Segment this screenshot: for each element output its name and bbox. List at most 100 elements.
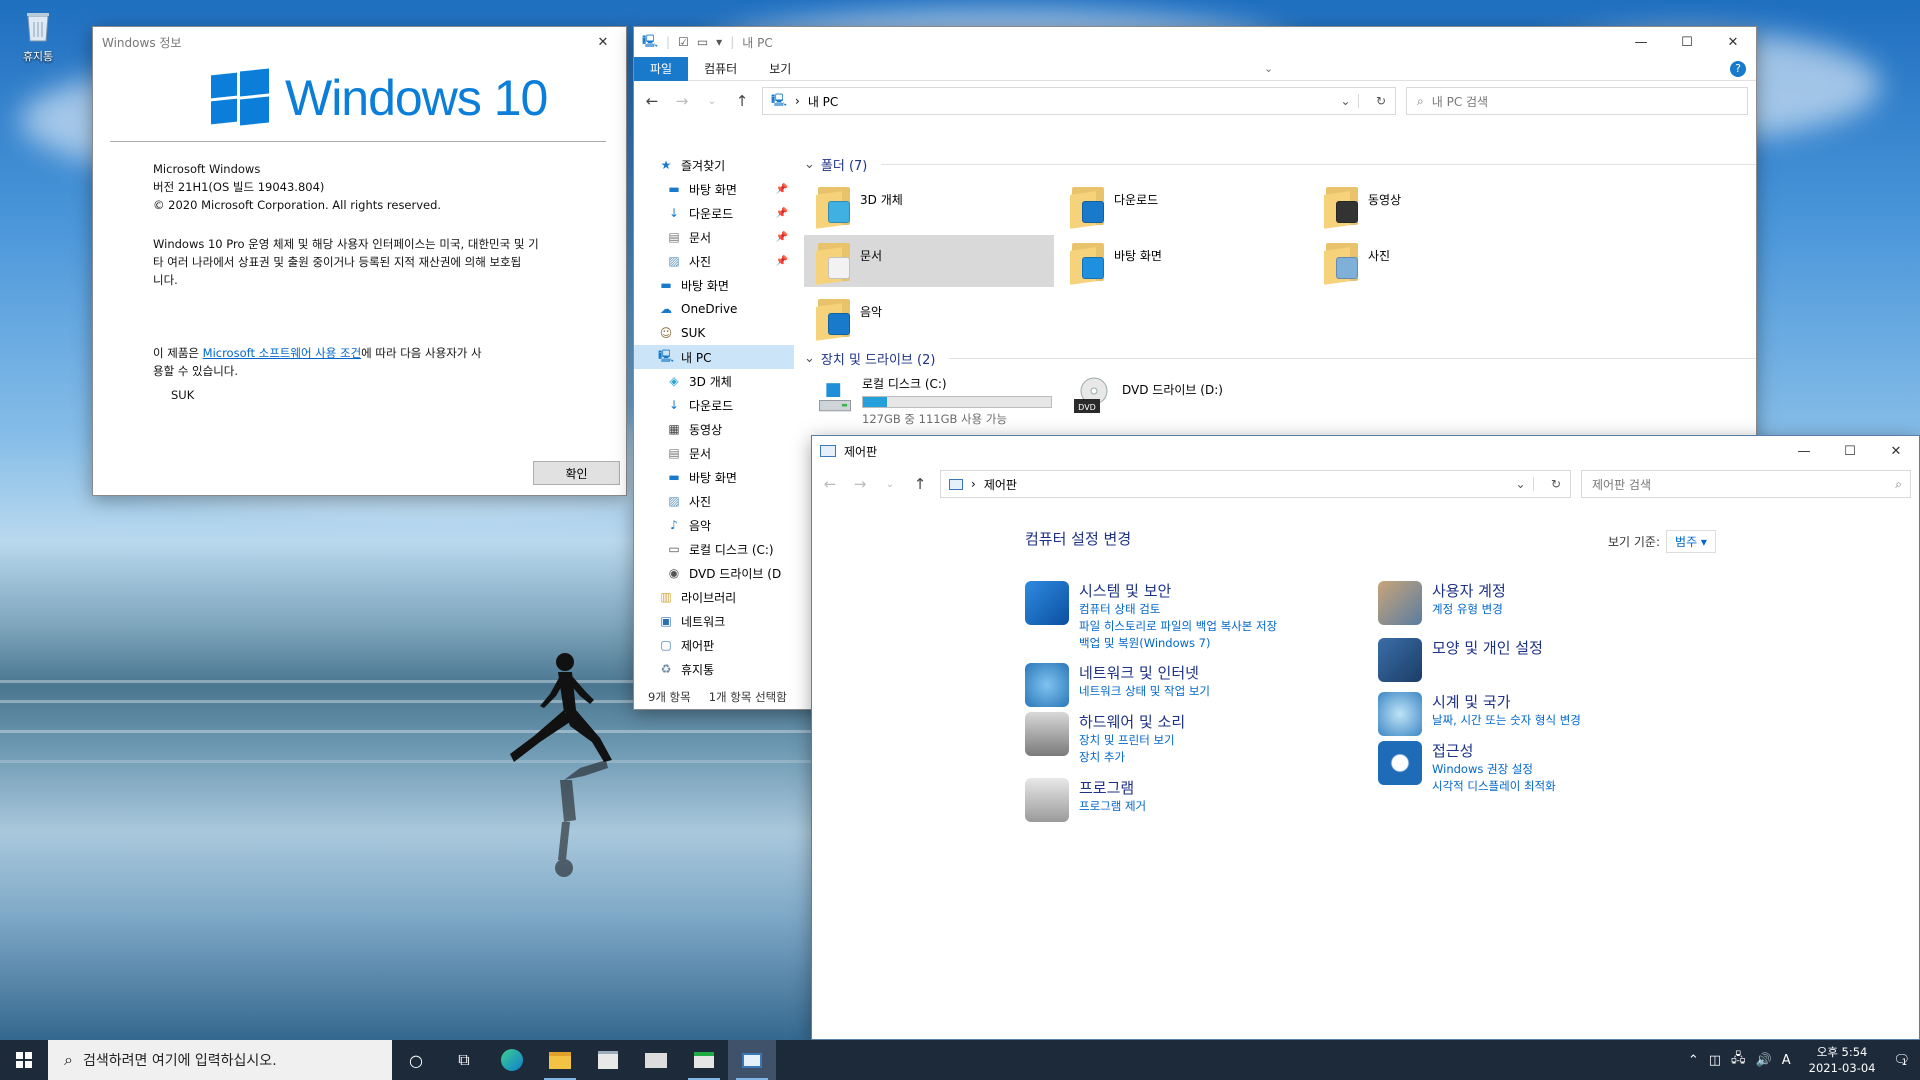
new-folder-icon[interactable]: ▭ bbox=[697, 35, 708, 49]
close-button[interactable]: ✕ bbox=[580, 27, 626, 57]
back-button[interactable]: ← bbox=[642, 92, 662, 110]
about-windows-button[interactable] bbox=[680, 1040, 728, 1080]
category-link[interactable]: 장치 및 프린터 보기 bbox=[1079, 732, 1185, 749]
category-link[interactable]: 장치 추가 bbox=[1079, 749, 1185, 766]
nav-item[interactable]: ▨ 사진 bbox=[634, 489, 794, 513]
ok-button[interactable]: 확인 bbox=[533, 461, 620, 485]
taskbar-search-box[interactable]: ⌕ 검색하려면 여기에 입력하십시오. bbox=[48, 1040, 392, 1080]
nav-item[interactable]: ↓ 다운로드 📌 bbox=[634, 201, 794, 225]
control-panel-titlebar[interactable]: 제어판 — ☐ ✕ bbox=[812, 436, 1919, 466]
chevron-up-icon[interactable]: ⌃ bbox=[1688, 1053, 1699, 1068]
address-dropdown-icon[interactable]: ⌄ bbox=[1508, 477, 1534, 491]
category-link[interactable]: 네트워크 상태 및 작업 보기 bbox=[1079, 683, 1210, 700]
category-link[interactable]: Windows 권장 설정 bbox=[1432, 761, 1556, 778]
network-globe-icon[interactable] bbox=[1025, 663, 1069, 707]
license-terms-link[interactable]: Microsoft 소프트웨어 사용 조건 bbox=[203, 346, 362, 360]
nav-item[interactable]: ★ 즐겨찾기 bbox=[634, 153, 794, 177]
help-icon[interactable]: ? bbox=[1730, 60, 1746, 77]
drive-d-tile[interactable]: DVD DVD 드라이브 (D:) bbox=[1058, 371, 1308, 423]
clock[interactable]: 오후 5:54 2021-03-04 bbox=[1801, 1044, 1884, 1076]
volume-icon[interactable]: 🔊 bbox=[1756, 1053, 1772, 1068]
maximize-button[interactable]: ☐ bbox=[1664, 27, 1710, 57]
nav-item[interactable]: ▤ 문서 📌 bbox=[634, 225, 794, 249]
about-titlebar[interactable]: Windows 정보 ✕ bbox=[93, 27, 626, 57]
maximize-button[interactable]: ☐ bbox=[1827, 436, 1873, 466]
notification-center-button[interactable]: 🗨 1 bbox=[1893, 1053, 1910, 1068]
nav-item[interactable]: ▬ 바탕 화면 bbox=[634, 465, 794, 489]
category-title[interactable]: 시스템 및 보안 bbox=[1079, 581, 1277, 601]
breadcrumb[interactable]: 내 PC bbox=[808, 93, 838, 110]
category-title[interactable]: 시계 및 국가 bbox=[1432, 692, 1581, 712]
nav-item[interactable]: 🖳 내 PC bbox=[634, 345, 794, 369]
category-link[interactable]: 날짜, 시간 또는 숫자 형식 변경 bbox=[1432, 712, 1581, 729]
address-bar[interactable]: › 제어판 ⌄ ↻ bbox=[940, 470, 1571, 498]
network-icon[interactable]: 🖧 bbox=[1731, 1049, 1746, 1071]
up-button[interactable]: ↑ bbox=[910, 475, 930, 493]
minimize-button[interactable]: — bbox=[1618, 27, 1664, 57]
nav-item[interactable]: ▢ 제어판 bbox=[634, 633, 794, 657]
view-by-dropdown[interactable]: 범주 ▾ bbox=[1666, 530, 1716, 553]
printer-icon[interactable] bbox=[1025, 712, 1069, 756]
file-explorer-button[interactable] bbox=[536, 1040, 584, 1080]
qat-dropdown-icon[interactable]: ▾ bbox=[716, 35, 722, 49]
category-title[interactable]: 프로그램 bbox=[1079, 778, 1146, 798]
store-button[interactable] bbox=[584, 1040, 632, 1080]
task-view-button[interactable]: ⧉ bbox=[440, 1040, 488, 1080]
close-button[interactable]: ✕ bbox=[1710, 27, 1756, 57]
monitor-icon[interactable] bbox=[1378, 638, 1422, 682]
category-link[interactable]: 백업 및 복원(Windows 7) bbox=[1079, 635, 1277, 652]
category-link[interactable]: 계정 유형 변경 bbox=[1432, 601, 1506, 618]
nav-item[interactable]: ☺ SUK bbox=[634, 321, 794, 345]
edge-button[interactable] bbox=[488, 1040, 536, 1080]
category-link[interactable]: 프로그램 제거 bbox=[1079, 798, 1146, 815]
close-button[interactable]: ✕ bbox=[1873, 436, 1919, 466]
nav-item[interactable]: ▭ 로컬 디스크 (C:) bbox=[634, 537, 794, 561]
search-input[interactable]: 제어판 검색 ⌕ bbox=[1581, 470, 1911, 498]
users-icon[interactable] bbox=[1378, 581, 1422, 625]
desktop-icon-recycle-bin[interactable]: 휴지통 bbox=[10, 8, 66, 64]
folder-tile[interactable]: 문서 bbox=[804, 235, 1054, 287]
category-title[interactable]: 네트워크 및 인터넷 bbox=[1079, 663, 1210, 683]
nav-item[interactable]: ♻ 휴지통 bbox=[634, 657, 794, 681]
category-title[interactable]: 접근성 bbox=[1432, 741, 1556, 761]
category-title[interactable]: 모양 및 개인 설정 bbox=[1432, 638, 1543, 658]
nav-item[interactable]: ↓ 다운로드 bbox=[634, 393, 794, 417]
ime-indicator[interactable]: A bbox=[1782, 1053, 1791, 1068]
category-link[interactable]: 파일 히스토리로 파일의 백업 복사본 저장 bbox=[1079, 618, 1277, 635]
breadcrumb[interactable]: 제어판 bbox=[984, 476, 1017, 493]
nav-item[interactable]: ▣ 네트워크 bbox=[634, 609, 794, 633]
explorer-titlebar[interactable]: 🖳 | ☑ ▭ ▾ | 내 PC — ☐ ✕ bbox=[634, 27, 1756, 57]
category-link[interactable]: 시각적 디스플레이 최적화 bbox=[1432, 778, 1556, 795]
folders-group-header[interactable]: ⌄ 폴더 (7) bbox=[804, 153, 1756, 175]
recent-locations-icon[interactable]: ⌄ bbox=[880, 479, 900, 490]
up-button[interactable]: ↑ bbox=[732, 92, 752, 110]
nav-item[interactable]: ▬ 바탕 화면 📌 bbox=[634, 177, 794, 201]
nav-item[interactable]: ▬ 바탕 화면 bbox=[634, 273, 794, 297]
cortana-button[interactable]: ○ bbox=[392, 1040, 440, 1080]
refresh-icon[interactable]: ↻ bbox=[1542, 477, 1570, 491]
minimize-button[interactable]: — bbox=[1781, 436, 1827, 466]
accessibility-icon[interactable] bbox=[1378, 741, 1422, 785]
folder-tile[interactable]: 바탕 화면 bbox=[1058, 235, 1308, 287]
nav-item[interactable]: ▥ 라이브러리 bbox=[634, 585, 794, 609]
ribbon-expand-icon[interactable]: ⌄ bbox=[1264, 62, 1273, 75]
meet-now-icon[interactable]: ◫ bbox=[1709, 1053, 1721, 1068]
refresh-icon[interactable]: ↻ bbox=[1367, 94, 1395, 108]
nav-item[interactable]: ◈ 3D 개체 bbox=[634, 369, 794, 393]
drives-group-header[interactable]: ⌄ 장치 및 드라이브 (2) bbox=[804, 347, 1756, 369]
category-title[interactable]: 하드웨어 및 소리 bbox=[1079, 712, 1185, 732]
folder-tile[interactable]: 사진 bbox=[1312, 235, 1562, 287]
forward-button[interactable]: → bbox=[672, 92, 692, 110]
shield-icon[interactable] bbox=[1025, 581, 1069, 625]
start-button[interactable] bbox=[0, 1040, 48, 1080]
tab-view[interactable]: 보기 bbox=[753, 57, 807, 81]
nav-item[interactable]: ▦ 동영상 bbox=[634, 417, 794, 441]
folder-tile[interactable]: 다운로드 bbox=[1058, 179, 1308, 231]
properties-icon[interactable]: ☑ bbox=[678, 35, 689, 49]
category-title[interactable]: 사용자 계정 bbox=[1432, 581, 1506, 601]
control-panel-taskbar-button[interactable] bbox=[728, 1040, 776, 1080]
back-button[interactable]: ← bbox=[820, 475, 840, 493]
folder-tile[interactable]: 음악 bbox=[804, 291, 1054, 343]
forward-button[interactable]: → bbox=[850, 475, 870, 493]
nav-item[interactable]: ☁ OneDrive bbox=[634, 297, 794, 321]
